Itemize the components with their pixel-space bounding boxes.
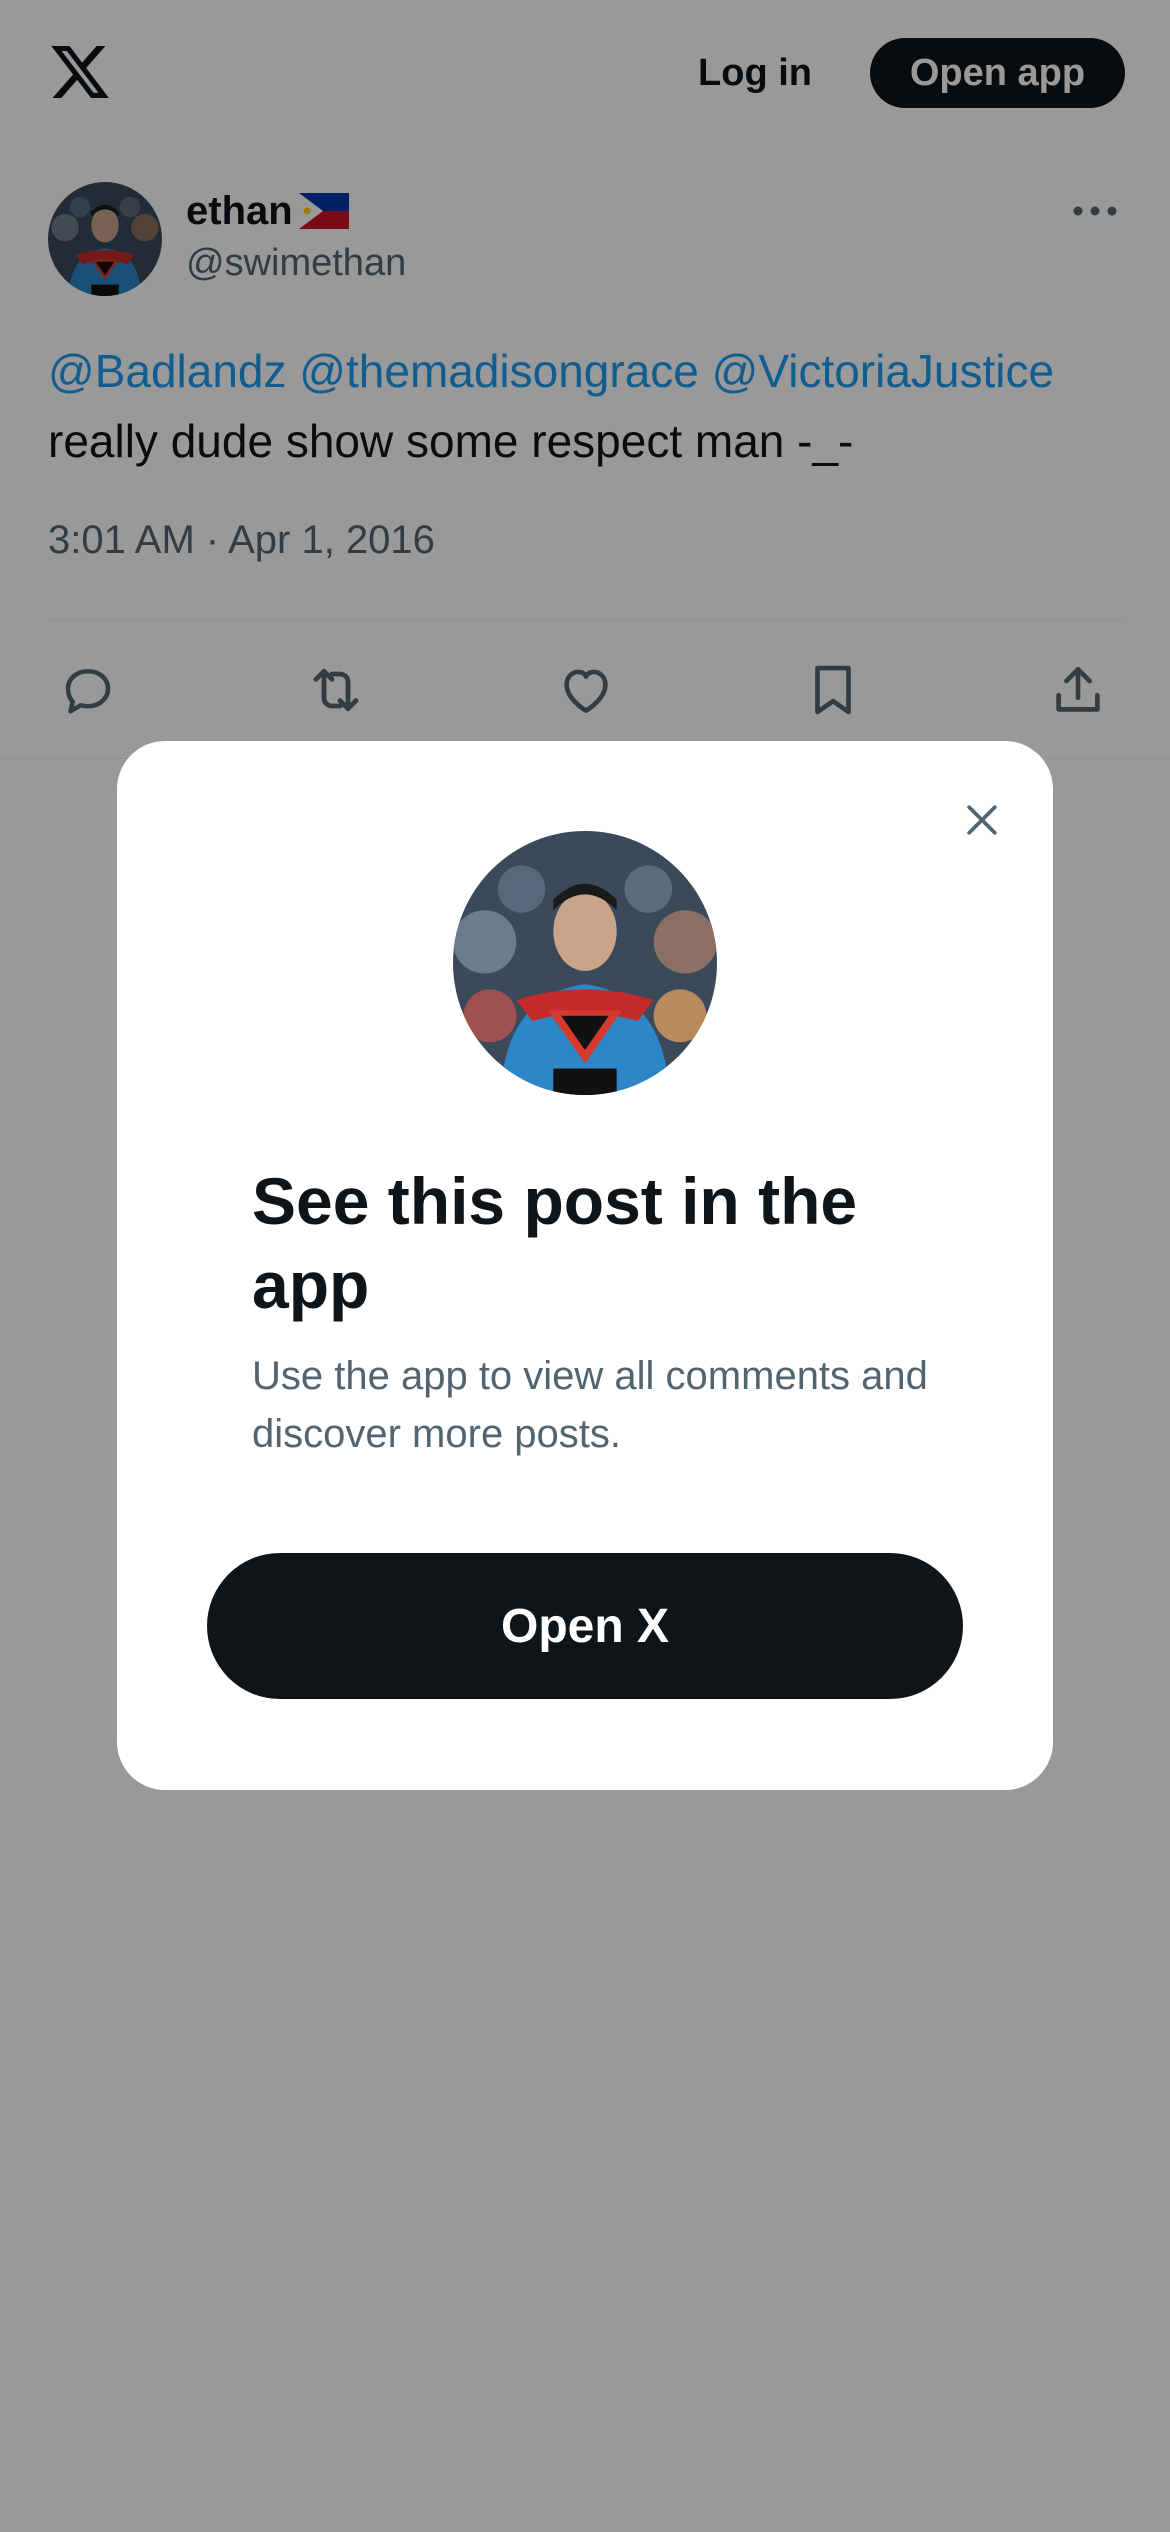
close-icon [967, 805, 997, 835]
close-button[interactable] [947, 785, 1017, 855]
modal-subtitle: Use the app to view all comments and dis… [252, 1354, 928, 1456]
modal-title: See this post in the app [252, 1164, 858, 1322]
open-x-button[interactable]: Open X [207, 1553, 963, 1699]
open-in-app-modal: See this post in the app Use the app to … [117, 741, 1053, 1790]
author-avatar [453, 831, 717, 1095]
